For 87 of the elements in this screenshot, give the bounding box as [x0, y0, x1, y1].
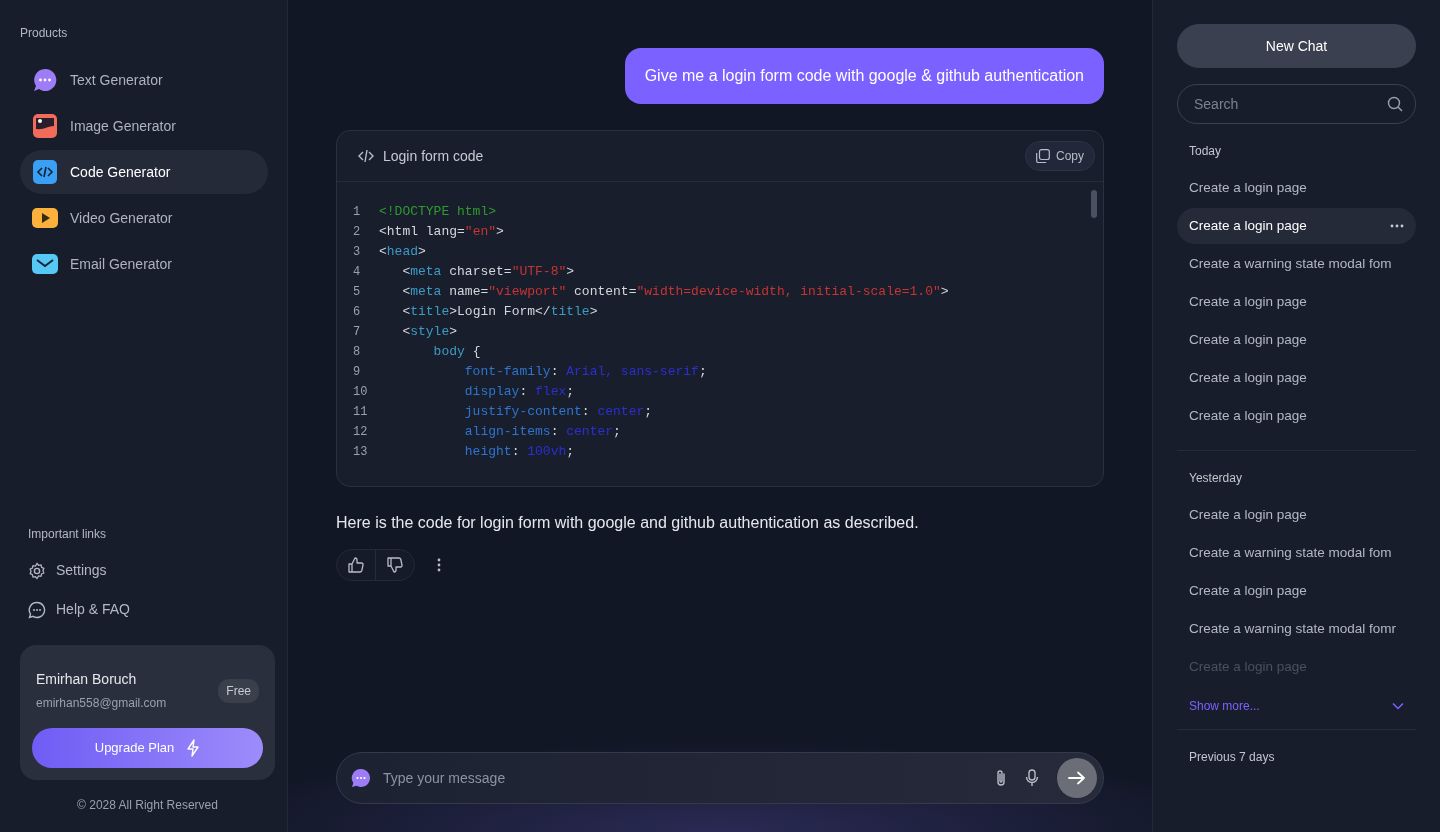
- history-group-heading: Yesterday: [1188, 470, 1243, 487]
- code-line: <head>: [379, 243, 426, 262]
- line-number: 8: [353, 344, 362, 361]
- copy-button[interactable]: Copy: [1025, 141, 1095, 171]
- product-nav-item[interactable]: Email Generator: [20, 242, 268, 286]
- product-nav-item[interactable]: Code Generator: [20, 150, 268, 194]
- section-heading: Products: [20, 25, 69, 42]
- image-icon: [32, 113, 58, 139]
- code-icon: [357, 147, 375, 165]
- paperclip-icon: [995, 769, 1007, 787]
- history-item[interactable]: Create a login page: [1177, 170, 1416, 206]
- history-item[interactable]: Create a login page: [1177, 208, 1416, 244]
- line-number: 11: [353, 404, 369, 421]
- code-line: font-family: Arial, sans-serif;: [463, 363, 707, 382]
- sidebar-link[interactable]: Settings: [20, 551, 275, 590]
- play-icon: [32, 205, 58, 231]
- line-number: 12: [353, 424, 369, 441]
- search-input[interactable]: Search: [1192, 92, 1387, 116]
- line-number: 3: [353, 244, 362, 261]
- thumbs-up-icon: [347, 556, 365, 574]
- history-item[interactable]: Create a login page: [1177, 573, 1416, 609]
- more-dots-icon: [1390, 224, 1404, 228]
- envelope-icon: [32, 251, 58, 277]
- chat-bubble-icon: [32, 67, 58, 93]
- history-item[interactable]: Create a login page: [1177, 398, 1416, 434]
- line-number: 5: [353, 284, 362, 301]
- chat-bubble-icon: [28, 600, 46, 619]
- search-icon: [1387, 96, 1403, 112]
- code-line: <html lang="en">: [379, 223, 504, 242]
- gear-icon: [28, 561, 46, 580]
- message-field[interactable]: Type your message: [336, 752, 1104, 804]
- copyright-text: © 2028 All Right Reserved: [76, 797, 219, 814]
- section-heading: Important links: [27, 526, 108, 543]
- arrow-right-icon: [1068, 771, 1086, 785]
- product-nav-item[interactable]: Text Generator: [20, 58, 268, 102]
- code-line: <!DOCTYPE html>: [379, 203, 497, 222]
- history-item[interactable]: Create a login page: [1177, 322, 1416, 358]
- line-number: 6: [353, 304, 362, 321]
- line-number: 1: [353, 204, 362, 221]
- history-group-heading: Previous 7 days: [1188, 749, 1276, 766]
- code-line: <meta charset="UTF-8">: [401, 263, 575, 282]
- assistant-reply: Here is the code for login form with google and github authentication as described.: [336, 513, 920, 533]
- microphone-button[interactable]: [1025, 769, 1039, 787]
- user-email: emirhan558@gmail.com: [36, 695, 167, 712]
- history-item[interactable]: Create a warning state modal fom: [1177, 246, 1416, 282]
- show-more-link[interactable]: Show more...: [1177, 687, 1416, 715]
- product-nav-item[interactable]: Image Generator: [20, 104, 268, 148]
- line-number: 7: [353, 324, 362, 341]
- message-input[interactable]: Type your message: [381, 766, 985, 790]
- plan-badge: Free: [218, 678, 259, 703]
- chat-bubble-icon: [351, 768, 371, 788]
- history-item[interactable]: Create a login page: [1177, 360, 1416, 396]
- thumbs-down-icon: [386, 556, 404, 574]
- user-message: Give me a login form code with google & github authentication: [624, 48, 1104, 104]
- code-line: display: flex;: [463, 383, 575, 402]
- line-number: 10: [353, 384, 369, 401]
- code-line: align-items: center;: [463, 423, 621, 442]
- send-button[interactable]: [1057, 758, 1097, 798]
- code-line: justify-content: center;: [463, 403, 653, 422]
- line-number: 2: [353, 224, 362, 241]
- code-line: <meta name="viewport" content="width=device-width, initial-scale=1.0">: [401, 283, 949, 302]
- code-line: <style>: [401, 323, 458, 342]
- sidebar-link[interactable]: Help & FAQ: [20, 590, 275, 629]
- chevron-down-icon: [1392, 702, 1404, 710]
- vertical-dots-icon: [437, 558, 441, 572]
- upgrade-button[interactable]: Upgrade Plan: [32, 728, 263, 768]
- history-item[interactable]: Create a warning state modal fom: [1177, 535, 1416, 571]
- line-number: 9: [353, 364, 362, 381]
- history-item[interactable]: Create a login page: [1177, 497, 1416, 533]
- attach-button[interactable]: [995, 769, 1007, 787]
- user-name: Emirhan Boruch: [36, 670, 138, 689]
- code-line: height: 100vh;: [463, 443, 575, 462]
- code-icon: [32, 159, 58, 185]
- code-block-title: Login form code: [383, 146, 484, 166]
- code-line: body {: [432, 343, 481, 362]
- product-nav-item[interactable]: Video Generator: [20, 196, 268, 240]
- new-chat-button[interactable]: New Chat: [1177, 24, 1416, 68]
- code-line: <title>Login Form</title>: [401, 303, 598, 322]
- scrollbar-thumb[interactable]: [1091, 190, 1097, 218]
- history-item[interactable]: Create a warning state modal fomr: [1177, 611, 1416, 647]
- copy-icon: [1036, 149, 1050, 163]
- microphone-icon: [1025, 769, 1039, 787]
- lightning-icon: [186, 739, 201, 757]
- line-number: 13: [353, 444, 369, 461]
- history-item[interactable]: Create a login page: [1177, 284, 1416, 320]
- history-group-heading: Today: [1188, 143, 1223, 160]
- line-number: 4: [353, 264, 362, 281]
